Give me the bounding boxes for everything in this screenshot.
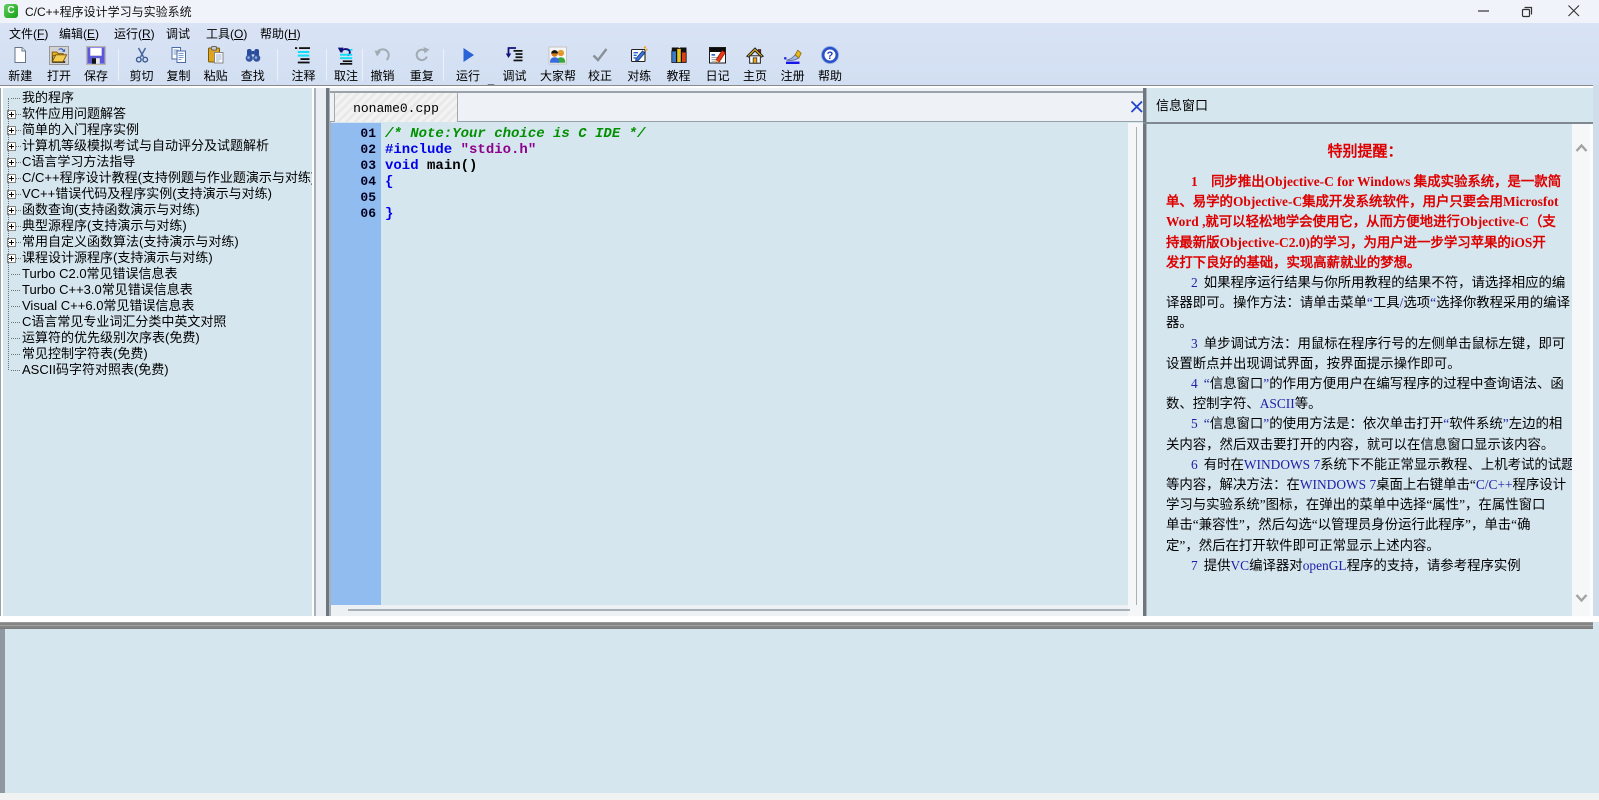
svg-text:?: ? — [827, 50, 834, 62]
